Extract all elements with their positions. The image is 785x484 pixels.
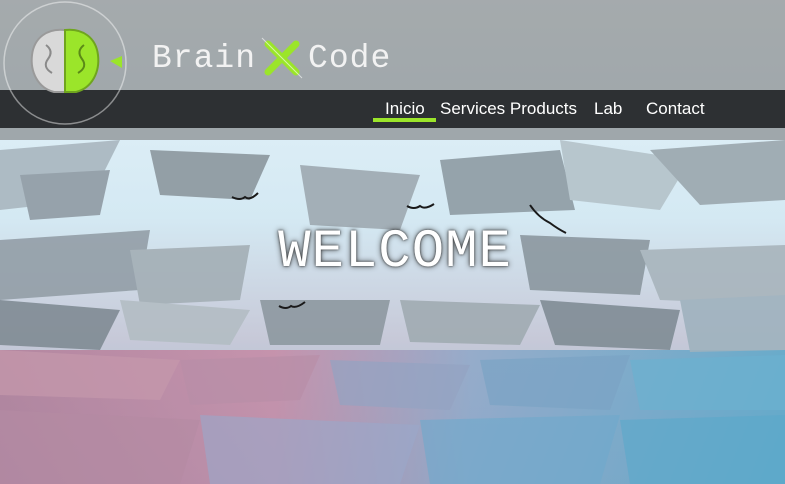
nav-item-lab[interactable]: Lab <box>594 90 622 124</box>
hero-title-text: WELCOME <box>278 222 512 283</box>
x-mark-icon <box>261 37 303 79</box>
nav-item-services-products[interactable]: Services Products <box>440 90 577 124</box>
brand-text-left: Brain <box>152 39 257 77</box>
brand-logotype[interactable]: Brain Code <box>152 37 392 79</box>
active-nav-indicator <box>373 118 436 122</box>
main-nav: Inicio Services Products Lab Contact <box>0 90 785 128</box>
hero-title: WELCOME <box>0 222 785 283</box>
brand-text-right: Code <box>308 39 392 77</box>
nav-item-contact[interactable]: Contact <box>646 90 705 124</box>
